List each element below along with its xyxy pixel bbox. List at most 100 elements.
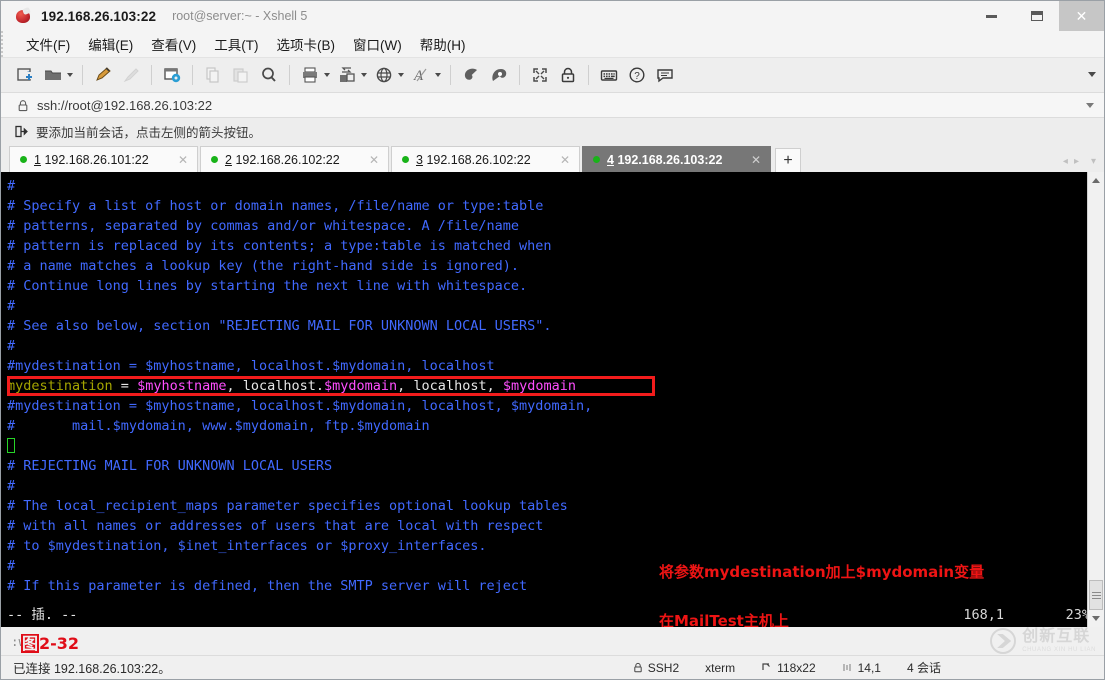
tab-index: 2 xyxy=(225,152,232,167)
tab-2[interactable]: 2 192.168.26.102:22 ✕ xyxy=(200,146,389,172)
window-controls: ✕ xyxy=(969,1,1104,31)
terminal-line: mydestination = $myhostname, localhost.$… xyxy=(7,376,1087,396)
help-button[interactable]: ? xyxy=(623,62,651,88)
terminal-text-span: # xyxy=(7,558,16,574)
watermark: 创新互联 CHUANG XIN HU LIAN xyxy=(990,628,1096,654)
toolbar-separator xyxy=(82,65,83,85)
status-bar: 已连接 192.168.26.103:22。 SSH2 xterm 118x22… xyxy=(1,655,1104,679)
status-terminal-size-label: 118x22 xyxy=(777,660,816,675)
tab-3[interactable]: 3 192.168.26.102:22 ✕ xyxy=(391,146,580,172)
print-dropdown-caret[interactable] xyxy=(324,73,330,77)
maximize-button[interactable] xyxy=(1014,1,1059,31)
browser-button[interactable] xyxy=(370,62,407,88)
add-session-arrow-icon xyxy=(15,125,28,138)
new-session-button[interactable] xyxy=(11,62,39,88)
tab-prev-icon[interactable]: ◂ xyxy=(1063,156,1068,167)
terminal-line: # Continue long lines by starting the ne… xyxy=(7,276,1087,296)
toolbar-separator xyxy=(519,65,520,85)
tab-next-icon[interactable]: ▸ xyxy=(1074,156,1079,167)
figure-caption: 图2-32 xyxy=(21,630,79,654)
file-transfer-button[interactable] xyxy=(333,62,370,88)
tab-bar: 1 192.168.26.101:22 ✕ 2 192.168.26.102:2… xyxy=(1,144,1104,172)
open-session-button[interactable] xyxy=(39,62,76,88)
find-button[interactable] xyxy=(255,62,283,88)
figure-caption-strip: :w 图2-32 创新互联 CHUANG XIN HU LIAN xyxy=(1,627,1104,655)
tab-label: 4 192.168.26.103:22 xyxy=(607,153,722,167)
terminal-scrollbar[interactable] xyxy=(1087,172,1104,627)
tab-close-icon[interactable]: ✕ xyxy=(746,153,766,167)
paste-button[interactable] xyxy=(227,62,255,88)
minimize-button[interactable] xyxy=(969,1,1014,31)
lock-icon xyxy=(633,662,643,673)
capture-button[interactable] xyxy=(485,62,513,88)
copy-button[interactable] xyxy=(199,62,227,88)
open-folder-dropdown-caret[interactable] xyxy=(67,73,73,77)
menu-file[interactable]: 文件(F) xyxy=(17,31,79,57)
menu-help[interactable]: 帮助(H) xyxy=(411,31,475,57)
keyboard-button[interactable] xyxy=(595,62,623,88)
chat-button[interactable] xyxy=(651,62,679,88)
menu-tabs[interactable]: 选项卡(B) xyxy=(268,31,345,57)
menu-edit[interactable]: 编辑(E) xyxy=(79,31,142,57)
address-input[interactable]: ssh://root@192.168.26.103:22 xyxy=(37,98,212,113)
terminal-line: # REJECTING MAIL FOR UNKNOWN LOCAL USERS xyxy=(7,456,1087,476)
xshell-window: 192.168.26.103:22 root@server:~ - Xshell… xyxy=(0,0,1105,680)
session-properties-button[interactable] xyxy=(158,62,186,88)
paste-icon xyxy=(230,64,252,86)
status-cells: SSH2 xterm 118x22 14,1 4 会话 xyxy=(620,659,954,676)
address-dropdown-caret[interactable] xyxy=(1086,102,1094,108)
terminal-line: # patterns, separated by commas and/or w… xyxy=(7,216,1087,236)
close-button[interactable]: ✕ xyxy=(1059,1,1104,31)
terminal-text-span: # Specify a list of host or domain names… xyxy=(7,198,544,214)
terminal-text-span: # xyxy=(7,478,16,494)
new-tab-button[interactable]: + xyxy=(775,148,801,172)
font-icon: A xyxy=(410,64,432,86)
svg-text:A: A xyxy=(413,68,424,84)
watermark-en-text: CHUANG XIN HU LIAN xyxy=(1022,647,1096,653)
terminal-screen[interactable]: # # Specify a list of host or domain name… xyxy=(1,172,1087,627)
disconnect-button[interactable] xyxy=(117,62,145,88)
font-dropdown-caret[interactable] xyxy=(435,73,441,77)
tab-close-icon[interactable]: ✕ xyxy=(173,153,193,167)
edit-session-button[interactable] xyxy=(89,62,117,88)
terminal-text-span: # to $mydestination, $inet_interfaces or… xyxy=(7,538,487,554)
scrollbar-thumb[interactable] xyxy=(1089,580,1103,610)
log-button[interactable] xyxy=(457,62,485,88)
tab-close-icon[interactable]: ✕ xyxy=(555,153,575,167)
chevron-up-icon xyxy=(1092,178,1100,183)
scrollbar-down-button[interactable] xyxy=(1088,610,1104,627)
tab-title: 192.168.26.102:22 xyxy=(426,152,531,167)
keyboard-icon xyxy=(598,64,620,86)
lock-button[interactable] xyxy=(554,62,582,88)
figure-caption-prefix: 图 xyxy=(21,634,40,653)
menu-view[interactable]: 查看(V) xyxy=(142,31,205,57)
tab-menu-icon[interactable]: ▾ xyxy=(1091,156,1096,167)
terminal-text-span: = xyxy=(120,378,138,394)
tab-4[interactable]: 4 192.168.26.103:22 ✕ xyxy=(582,146,771,172)
menu-tools[interactable]: 工具(T) xyxy=(205,31,267,57)
address-bar[interactable]: ssh://root@192.168.26.103:22 xyxy=(1,92,1104,118)
status-cursor: 14,1 xyxy=(829,661,894,675)
tab-label: 2 192.168.26.102:22 xyxy=(225,153,340,167)
terminal-text-span: #mydestination = $myhostname, localhost.… xyxy=(7,398,593,414)
terminal-text-span: mydestination xyxy=(7,378,121,394)
terminal-text-span: # See also below, section "REJECTING MAI… xyxy=(7,318,552,334)
toolbar-overflow-caret[interactable] xyxy=(1088,72,1096,77)
scrollbar-up-button[interactable] xyxy=(1088,172,1104,189)
font-button[interactable]: A xyxy=(407,62,444,88)
terminal-line: # xyxy=(7,296,1087,316)
terminal-line: # xyxy=(7,476,1087,496)
status-session-count: 4 会话 xyxy=(906,661,941,675)
scrollbar-track[interactable] xyxy=(1088,189,1104,610)
browser-dropdown-caret[interactable] xyxy=(398,73,404,77)
terminal-text-span: # If this parameter is defined, then the… xyxy=(7,578,528,594)
menu-window[interactable]: 窗口(W) xyxy=(344,31,411,57)
transfer-dropdown-caret[interactable] xyxy=(361,73,367,77)
terminal-text-span: # The local_recipient_maps parameter spe… xyxy=(7,498,568,514)
tab-1[interactable]: 1 192.168.26.101:22 ✕ xyxy=(9,146,198,172)
toolbar-separator xyxy=(151,65,152,85)
tab-close-icon[interactable]: ✕ xyxy=(364,153,384,167)
terminal-text-span: # REJECTING MAIL FOR UNKNOWN LOCAL USERS xyxy=(7,458,333,474)
print-button[interactable] xyxy=(296,62,333,88)
fullscreen-button[interactable] xyxy=(526,62,554,88)
